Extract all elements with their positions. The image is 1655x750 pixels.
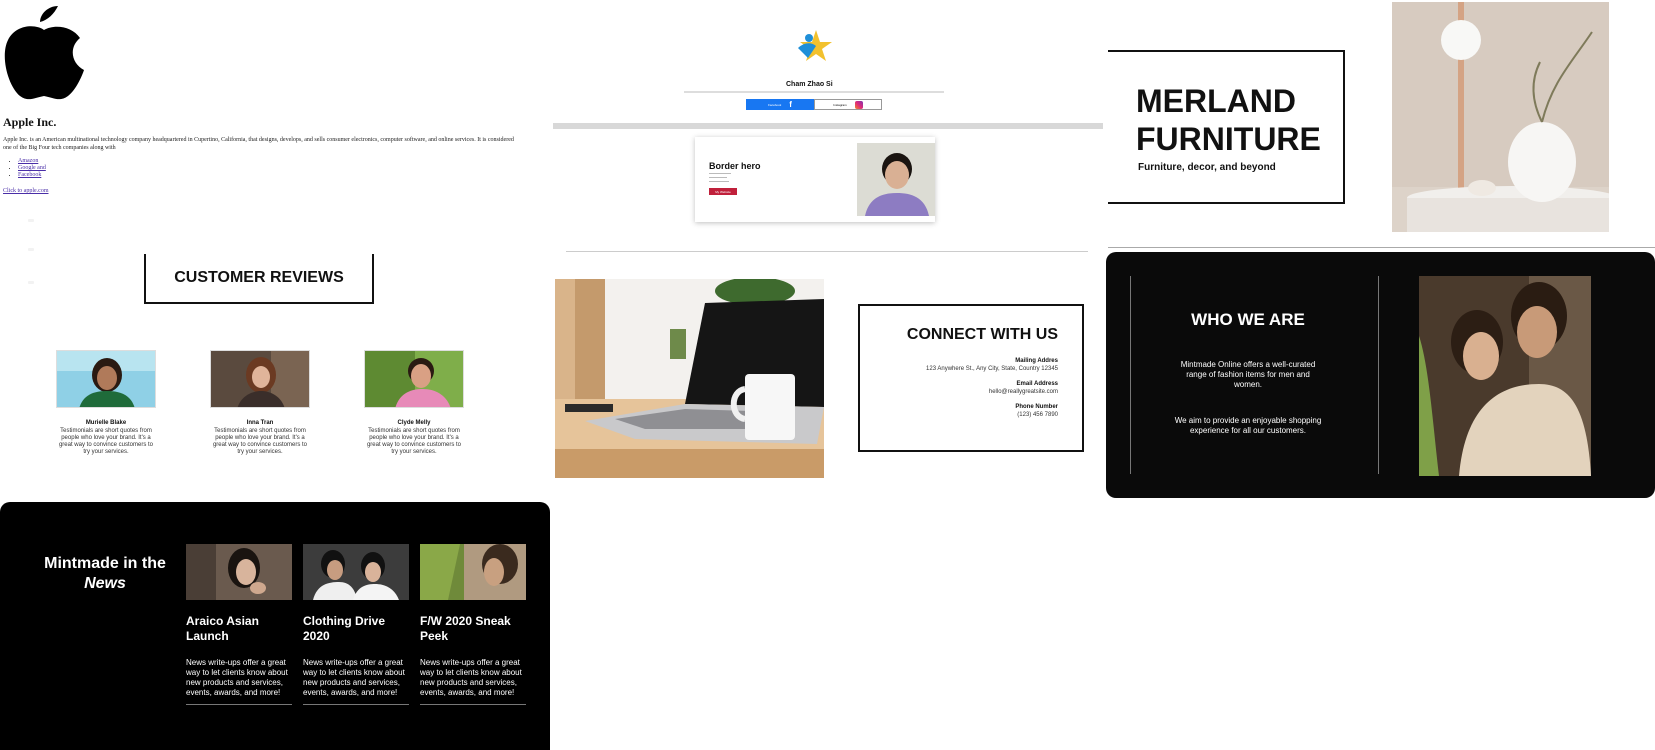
divider: [420, 704, 526, 705]
mailing-address-label: Mailing Addres: [1015, 358, 1058, 364]
link-facebook[interactable]: Facebook: [18, 172, 41, 178]
news-image: [186, 544, 292, 600]
news-item[interactable]: F/W 2020 Sneak Peek News write-ups offer…: [420, 544, 526, 705]
news-item-title: Araico Asian Launch: [186, 614, 259, 643]
hero-text-line: [709, 181, 729, 182]
review-text: Testimonials are short quotes from peopl…: [58, 428, 154, 455]
merland-subtitle: Furniture, decor, and beyond: [1138, 162, 1276, 173]
section-divider-bar: [553, 123, 1103, 129]
star-person-logo-icon: [794, 28, 834, 64]
reviewer-name: Clyde Melly: [397, 420, 431, 426]
who-we-are-paragraph: We aim to provide an enjoyable shopping …: [1174, 416, 1322, 435]
review-card: Murielle Blake Testimonials are short qu…: [56, 350, 156, 456]
divider: [1378, 276, 1379, 474]
news-item-body: News write-ups offer a great way to let …: [186, 658, 288, 697]
hero-text-line: [709, 177, 727, 178]
email-address-label: Email Address: [1016, 381, 1058, 387]
link-amazon[interactable]: Amazon: [18, 158, 38, 164]
link-google[interactable]: Google and: [18, 165, 46, 171]
merland-title-line2: FURNITURE: [1136, 121, 1321, 157]
merland-title-line1: MERLAND: [1136, 83, 1296, 119]
facebook-icon: f: [789, 100, 792, 109]
hero-portrait: [857, 143, 935, 216]
news-item[interactable]: Araico Asian Launch News write-ups offer…: [186, 544, 292, 705]
news-title-line1: Mintmade in the: [44, 555, 166, 572]
instagram-button[interactable]: Instagram: [814, 99, 882, 110]
reviewer-name: Murielle Blake: [85, 420, 127, 426]
merland-brand-card: MERLAND FURNITURE Furniture, decor, and …: [1108, 50, 1345, 204]
hero-text-line: [709, 173, 731, 174]
couple-photo: [1419, 276, 1591, 476]
connect-card: CONNECT WITH US Mailing Addres 123 Anywh…: [858, 304, 1084, 452]
profile-name: Cham Zhao Si: [786, 81, 833, 88]
news-item-title: F/W 2020 Sneak Peek: [420, 614, 511, 643]
reviewer-photo: [364, 350, 464, 408]
faint-marker: [28, 281, 34, 284]
my-website-button[interactable]: My Website: [709, 188, 737, 195]
apple-logo-icon: [2, 2, 86, 102]
reviewer-photo: [210, 350, 310, 408]
company-title: Apple Inc.: [3, 115, 57, 129]
news-section-title: Mintmade in the News: [30, 554, 180, 594]
profile-bio-line: [684, 91, 944, 93]
review-card: Inna Tran Testimonials are short quotes …: [210, 350, 310, 456]
news-item[interactable]: Clothing Drive 2020 News write-ups offer…: [303, 544, 409, 705]
review-text: Testimonials are short quotes from peopl…: [212, 428, 308, 455]
mailing-address-value: 123 Anywhere St., Any City, State, Count…: [926, 366, 1058, 372]
news-title-line2: News: [84, 575, 126, 592]
news-image: [420, 544, 526, 600]
phone-number-value: (123) 456 7890: [1017, 412, 1058, 418]
reviewer-photo: [56, 350, 156, 408]
faint-marker: [28, 248, 34, 251]
vase-lamp-photo: [1392, 2, 1609, 232]
faint-marker: [28, 219, 34, 222]
reviews-heading: CUSTOMER REVIEWS: [144, 254, 374, 304]
review-card: Clyde Melly Testimonials are short quote…: [364, 350, 464, 456]
divider: [1108, 247, 1655, 248]
instagram-icon: [854, 100, 863, 109]
divider: [303, 704, 409, 705]
company-description: Apple Inc. is an American multinational …: [3, 137, 514, 151]
news-item-title: Clothing Drive 2020: [303, 614, 386, 643]
apple-site-link[interactable]: Click to apple.com: [3, 188, 49, 194]
phone-number-label: Phone Number: [1015, 404, 1058, 410]
divider: [186, 704, 292, 705]
who-we-are-section: WHO WE ARE Mintmade Online offers a well…: [1106, 252, 1655, 498]
border-hero-card: Border hero My Website: [695, 137, 935, 222]
divider: [1130, 276, 1131, 474]
laptop-desk-photo: [555, 279, 824, 478]
news-item-body: News write-ups offer a great way to let …: [420, 658, 522, 697]
facebook-label: Facebook: [768, 102, 782, 107]
news-image: [303, 544, 409, 600]
reviewer-name: Inna Tran: [246, 420, 274, 426]
peer-company-list: Amazon Google and Facebook: [18, 158, 46, 179]
news-item-body: News write-ups offer a great way to let …: [303, 658, 405, 697]
who-we-are-paragraph: Mintmade Online offers a well-curated ra…: [1180, 360, 1316, 389]
news-section: Mintmade in the News Araico Asian Launch…: [0, 502, 550, 750]
connect-heading: CONNECT WITH US: [906, 326, 1058, 343]
instagram-label: Instagram: [833, 102, 847, 107]
email-address-value[interactable]: hello@reallygreatsite.com: [860, 388, 1058, 396]
review-text: Testimonials are short quotes from peopl…: [366, 428, 462, 455]
hero-title: Border hero: [709, 161, 761, 171]
facebook-button[interactable]: Facebook f: [746, 99, 814, 110]
who-we-are-heading: WHO WE ARE: [1191, 310, 1305, 329]
divider: [566, 251, 1088, 252]
merland-title: MERLAND FURNITURE: [1136, 82, 1321, 158]
